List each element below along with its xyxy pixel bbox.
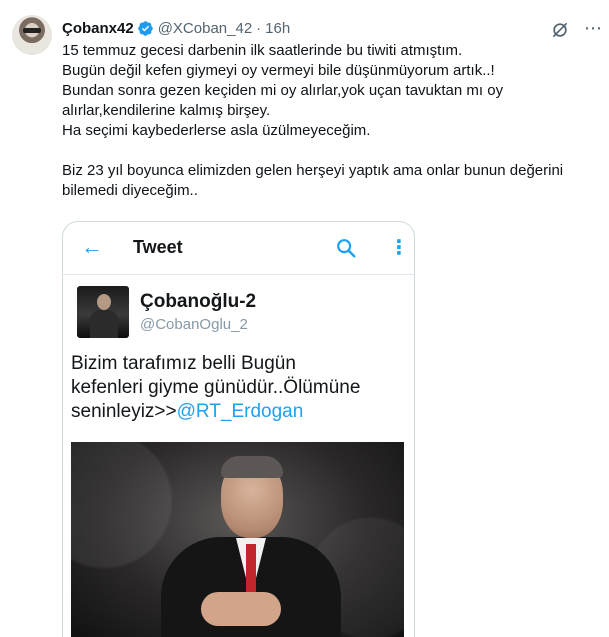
tweet-text-line: Bundan sonra gezen keçiden mi oy alırlar…: [62, 82, 504, 99]
grok-icon[interactable]: [550, 20, 570, 40]
screenshot-title: Tweet: [133, 237, 183, 257]
screenshot-text-line: Bizim tarafımız belli Bugün: [71, 353, 296, 374]
screenshot-photo: [71, 442, 404, 637]
screenshot-author-name: Çobanoğlu-2: [140, 291, 257, 312]
screenshot-author-handle: @CobanOglu_2: [140, 316, 248, 333]
attached-screenshot[interactable]: ← Tweet ⋮ Çobanoğlu-2 @CobanOglu_2 Bizim…: [62, 221, 415, 637]
back-arrow-icon: ←: [81, 234, 103, 259]
tweet-text: 15 temmuz gecesi darbenin ilk saatlerind…: [62, 41, 602, 201]
tweet-text-line: bilemedi diyeceğim..: [62, 182, 198, 199]
author-name[interactable]: Çobanx42: [62, 20, 134, 37]
verified-badge-icon: [137, 20, 153, 36]
tweet-text-line: Bugün değil kefen giymeyi oy vermeyi bil…: [62, 62, 495, 79]
author-avatar[interactable]: [12, 15, 52, 55]
post-time[interactable]: 16h: [265, 20, 290, 37]
tweet-text-line: Biz 23 yıl boyunca elimizden gelen herşe…: [62, 162, 564, 179]
search-icon: [337, 239, 356, 258]
mention-link: @RT_Erdogan: [176, 401, 304, 422]
more-options-icon[interactable]: ⋯: [584, 18, 603, 39]
screenshot-text-line: seninleyiz>>@RT_Erdogan: [71, 400, 411, 424]
screenshot-text-line: kefenleri giyme günüdür..Ölümüne: [71, 377, 361, 398]
separator-dot: ·: [256, 19, 262, 37]
screenshot-header: ← Tweet ⋮: [63, 222, 414, 275]
screenshot-text-prefix: seninleyiz>>: [71, 401, 177, 422]
screenshot-tweet-text: Bizim tarafımız belli Bugün kefenleri gi…: [71, 352, 411, 424]
tweet-text-line: Ha seçimi kaybederlerse asla üzülmeyeceğ…: [62, 122, 371, 139]
author-handle[interactable]: @XCoban_42: [158, 20, 252, 37]
tweet-header: Çobanx42 @XCoban_42 · 16h: [62, 17, 290, 39]
kebab-menu-icon: ⋮: [389, 237, 409, 259]
screenshot-avatar: [77, 286, 129, 338]
tweet-text-line: alırlar,kendilerine kalmış birşey.: [62, 102, 271, 119]
tweet-text-line: 15 temmuz gecesi darbenin ilk saatlerind…: [62, 42, 463, 59]
